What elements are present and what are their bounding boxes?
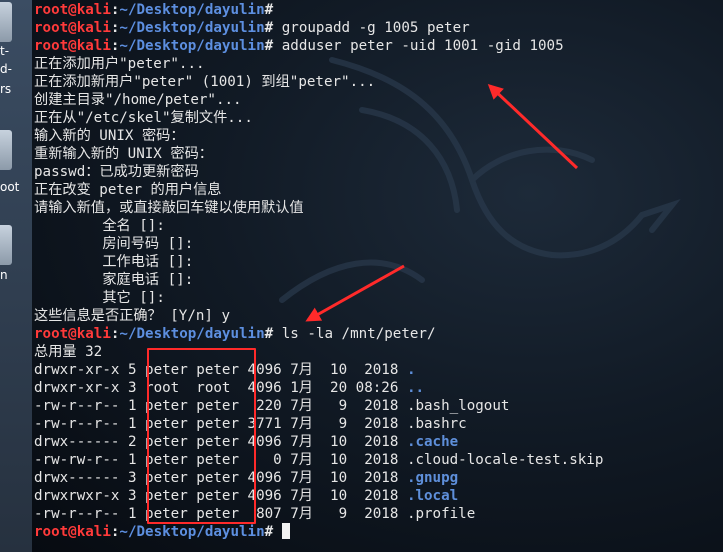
prompt-user: root@kali: [34, 38, 111, 54]
ls-row-name: .cache: [406, 434, 459, 450]
output-line: 创建主目录"/home/peter"...: [34, 92, 242, 108]
output-line: 其它 []:: [34, 290, 165, 306]
prompt-path: ~/Desktop/dayulin: [119, 326, 265, 342]
prompt-user: root@kali: [34, 20, 111, 36]
command-text: adduser peter -uid 1001 -gid 1005: [281, 38, 564, 54]
prompt-path: ~/Desktop/dayulin: [119, 38, 265, 54]
output-line: 输入新的 UNIX 密码：: [34, 128, 185, 144]
output-line: 正在从"/etc/skel"复制文件...: [34, 110, 253, 126]
command-line-adduser: root@kali:~/Desktop/dayulin# adduser pet…: [34, 37, 603, 55]
desktop-file-icon[interactable]: [0, 2, 12, 42]
command-text: ls -la /mnt/peter/: [281, 326, 436, 342]
ls-row-name: .profile: [406, 506, 476, 522]
output-line: 这些信息是否正确？ [Y/n] y: [34, 308, 231, 324]
desktop-folder-icon[interactable]: [0, 225, 12, 265]
output-line: 全名 []:: [34, 218, 165, 234]
prompt-line-current[interactable]: root@kali:~/Desktop/dayulin#: [34, 523, 603, 541]
terminal-window[interactable]: root@kali:~/Desktop/dayulin# root@kali:~…: [32, 0, 723, 552]
output-line: 重新输入新的 UNIX 密码：: [34, 146, 213, 162]
terminal-output[interactable]: root@kali:~/Desktop/dayulin# root@kali:~…: [34, 1, 603, 541]
ls-row-name: .gnupg: [406, 470, 459, 486]
prompt-symbol: #: [264, 326, 282, 342]
ls-row-name: .local: [406, 488, 459, 504]
desktop-icon-label[interactable]: oot: [0, 180, 19, 194]
prompt-path: ~/Desktop/dayulin: [119, 2, 265, 18]
prompt-symbol: #: [264, 38, 282, 54]
command-text: groupadd -g 1005 peter: [281, 20, 470, 36]
output-line: 家庭电话 []:: [34, 272, 194, 288]
output-line: passwd：已成功更新密码: [34, 164, 199, 180]
ls-row-name: .bashrc: [406, 416, 467, 432]
ls-row: drwxr-xr-x 5 peter peter 4096 7月 10 2018…: [34, 361, 603, 379]
command-line-groupadd: root@kali:~/Desktop/dayulin# groupadd -g…: [34, 19, 603, 37]
output-line: 正在添加新用户"peter" (1001) 到组"peter"...: [34, 74, 376, 90]
ls-total: 总用量 32: [34, 344, 103, 360]
output-line: 正在改变 peter 的用户信息: [34, 182, 222, 198]
output-line: 正在添加用户"peter"...: [34, 56, 205, 72]
prompt-path: ~/Desktop/dayulin: [119, 20, 265, 36]
ls-row-name: ..: [406, 380, 425, 396]
output-line: 工作电话 []:: [34, 254, 194, 270]
ls-row: -rw-r--r-- 1 peter peter 220 7月 9 2018 .…: [34, 397, 603, 415]
desktop-sidebar: t- d- rs oot n: [0, 0, 32, 552]
ls-row: -rw-r--r-- 1 peter peter 3771 7月 9 2018 …: [34, 415, 603, 433]
ls-row-name: .cloud-locale-test.skip: [406, 452, 604, 468]
text-cursor: [281, 523, 290, 539]
prompt-symbol: #: [264, 20, 282, 36]
ls-row-name: .bash_logout: [406, 398, 510, 414]
prompt-line: root@kali:~/Desktop/dayulin#: [34, 1, 603, 19]
prompt-user: root@kali: [34, 326, 111, 342]
owner-highlight-box: [147, 348, 256, 524]
desktop-icon-label[interactable]: d-: [0, 62, 12, 76]
ls-row: -rw-r--r-- 1 peter peter 807 7月 9 2018 .…: [34, 505, 603, 523]
ls-row: drwxr-xr-x 3 root root 4096 1月 20 08:26 …: [34, 379, 603, 397]
prompt-symbol: #: [264, 2, 282, 18]
desktop-icon-label[interactable]: n: [0, 268, 8, 282]
desktop-icon-label[interactable]: t-: [0, 44, 9, 58]
prompt-user: root@kali: [34, 2, 111, 18]
ls-row: -rw-rw-r-- 1 peter peter 0 7月 10 2018 .c…: [34, 451, 603, 469]
ls-row: drwx------ 2 peter peter 4096 7月 10 2018…: [34, 433, 603, 451]
ls-row-name: .: [406, 362, 416, 378]
prompt-user: root@kali: [34, 524, 111, 540]
command-line-ls: root@kali:~/Desktop/dayulin# ls -la /mnt…: [34, 325, 603, 343]
output-line: 房间号码 []:: [34, 236, 194, 252]
ls-row: drwxrwxr-x 3 peter peter 4096 7月 10 2018…: [34, 487, 603, 505]
prompt-path: ~/Desktop/dayulin: [119, 524, 265, 540]
prompt-symbol: #: [264, 524, 282, 540]
output-line: 请输入新值，或直接敲回车键以使用默认值: [34, 200, 304, 216]
desktop-icon-label[interactable]: rs: [0, 82, 11, 96]
desktop-folder-icon[interactable]: [0, 130, 12, 170]
ls-row: drwx------ 3 peter peter 4096 7月 10 2018…: [34, 469, 603, 487]
